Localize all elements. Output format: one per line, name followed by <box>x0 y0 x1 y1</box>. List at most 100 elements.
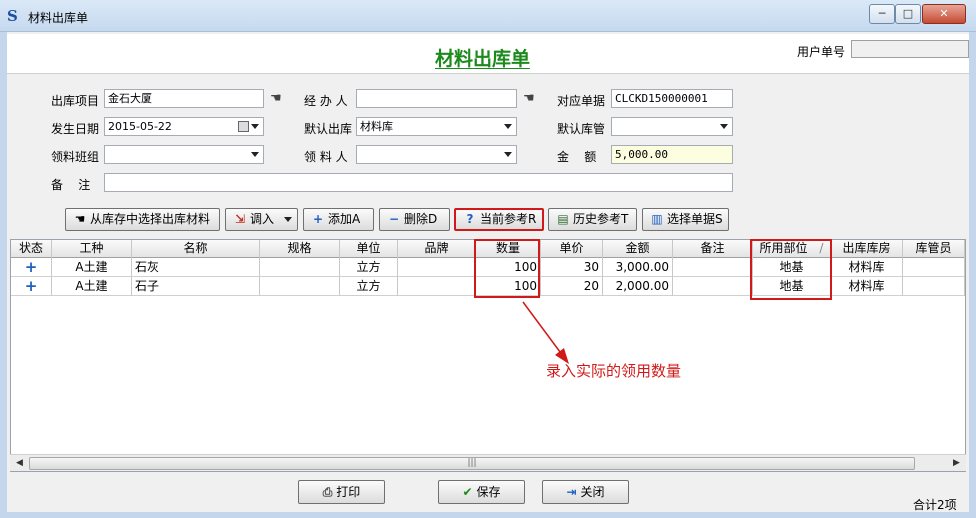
cell-price[interactable]: 30 <box>541 258 603 277</box>
minimize-button[interactable]: ─ <box>869 4 895 24</box>
team-select[interactable] <box>104 145 264 164</box>
warehouse-select[interactable]: 材料库 <box>356 117 517 136</box>
date-input[interactable]: 2015-05-22 <box>104 117 264 136</box>
book-icon: ▤ <box>557 212 569 226</box>
save-label: 保存 <box>476 485 501 499</box>
handler-input[interactable] <box>356 89 517 108</box>
transfer-in-label: 调入 <box>250 212 275 226</box>
receiver-label: 领 料 人 <box>304 150 348 164</box>
cell-unit[interactable]: 立方 <box>340 277 398 296</box>
cell-price[interactable]: 20 <box>541 277 603 296</box>
col-status[interactable]: 状态 <box>11 240 52 258</box>
scroll-left-icon[interactable]: ◀ <box>11 456 28 471</box>
help-doc-icon: ? <box>466 212 474 226</box>
cell-trade[interactable]: A土建 <box>52 258 132 277</box>
col-name[interactable]: 名称 <box>132 240 260 258</box>
col-brand[interactable]: 品牌 <box>398 240 476 258</box>
col-spec[interactable]: 规格 <box>260 240 340 258</box>
cell-spec[interactable] <box>260 277 340 296</box>
row-status-icon[interactable]: + <box>11 258 52 277</box>
current-ref-label: 当前参考R <box>480 212 537 226</box>
annotation-text: 录入实际的领用数量 <box>546 362 682 380</box>
date-value: 2015-05-22 <box>108 120 172 133</box>
col-keeper[interactable]: 库管员 <box>903 240 965 258</box>
col-warehouse[interactable]: 出库库房 <box>831 240 903 258</box>
col-note[interactable]: 备注 <box>673 240 753 258</box>
select-doc-label: 选择单据S <box>667 212 723 226</box>
select-from-stock-button[interactable]: ☚ 从库存中选择出库材料 <box>65 208 220 231</box>
close-button[interactable]: ⇥ 关闭 <box>542 480 629 504</box>
total-count: 合计2项 <box>913 498 957 512</box>
cell-warehouse[interactable]: 材料库 <box>831 277 903 296</box>
transfer-in-button[interactable]: ⇲ 调入 <box>225 208 298 231</box>
current-ref-button[interactable]: ? 当前参考R <box>454 208 544 231</box>
cell-name[interactable]: 石子 <box>132 277 260 296</box>
chevron-down-icon[interactable] <box>504 152 512 157</box>
date-label: 发生日期 <box>51 122 100 136</box>
cell-name[interactable]: 石灰 <box>132 258 260 277</box>
project-pick-icon[interactable]: ☚ <box>270 92 288 106</box>
cell-keeper[interactable] <box>903 258 965 277</box>
check-icon: ✔ <box>462 485 473 499</box>
user-no-input[interactable] <box>851 40 969 58</box>
cell-warehouse[interactable]: 材料库 <box>831 258 903 277</box>
save-button[interactable]: ✔ 保存 <box>438 480 525 504</box>
col-amount[interactable]: 金额 <box>603 240 673 258</box>
history-ref-button[interactable]: ▤ 历史参考T <box>548 208 637 231</box>
part-highlight-box <box>750 239 832 300</box>
row-status-icon[interactable]: + <box>11 277 52 296</box>
receiver-select[interactable] <box>356 145 517 164</box>
warehouse-value: 材料库 <box>360 120 393 133</box>
annotation-arrow <box>522 301 569 364</box>
cell-note[interactable] <box>673 258 753 277</box>
col-price[interactable]: 单价 <box>541 240 603 258</box>
select-from-stock-label: 从库存中选择出库材料 <box>90 212 211 226</box>
ref-label: 对应单据 <box>557 94 606 108</box>
close-label: 关闭 <box>580 485 605 499</box>
ref-input[interactable]: CLCKD150000001 <box>611 89 733 108</box>
chevron-down-icon[interactable] <box>504 124 512 129</box>
client-area: 材料出库单 用户单号 出库项目 金石大厦 ☚ 经 办 人 ☚ 对应单据 CLCK… <box>7 32 969 512</box>
minus-icon: − <box>388 212 400 226</box>
chevron-down-icon[interactable] <box>720 124 728 129</box>
cell-spec[interactable] <box>260 258 340 277</box>
cell-amount: 3,000.00 <box>603 258 673 277</box>
project-label: 出库项目 <box>51 94 100 108</box>
cell-brand[interactable] <box>398 258 476 277</box>
scroll-thumb[interactable]: ||| <box>29 457 915 470</box>
delete-button[interactable]: − 删除D <box>379 208 450 231</box>
close-window-button[interactable]: ✕ <box>922 4 966 24</box>
page-title: 材料出库单 <box>435 48 531 70</box>
project-input[interactable]: 金石大厦 <box>104 89 264 108</box>
print-button[interactable]: ⎙ 打印 <box>298 480 385 504</box>
handler-pick-icon[interactable]: ☚ <box>523 92 541 106</box>
cell-note[interactable] <box>673 277 753 296</box>
cell-brand[interactable] <box>398 277 476 296</box>
col-unit[interactable]: 单位 <box>340 240 398 258</box>
horizontal-scrollbar[interactable]: ◀ ||| ▶ <box>10 454 966 471</box>
keeper-select[interactable] <box>611 117 733 136</box>
add-button[interactable]: + 添加A <box>303 208 374 231</box>
plus-icon: + <box>24 258 38 276</box>
window-title: 材料出库单 <box>28 11 89 25</box>
calendar-icon[interactable] <box>238 121 249 132</box>
handler-label: 经 办 人 <box>304 94 348 108</box>
cell-unit[interactable]: 立方 <box>340 258 398 277</box>
keeper-label: 默认库管 <box>557 122 606 136</box>
qty-highlight-box <box>474 239 540 298</box>
maximize-button[interactable]: □ <box>895 4 921 24</box>
history-ref-label: 历史参考T <box>573 212 629 226</box>
chevron-down-icon[interactable] <box>251 124 259 129</box>
note-input[interactable] <box>104 173 733 192</box>
cell-keeper[interactable] <box>903 277 965 296</box>
document-icon: ▥ <box>651 212 663 226</box>
select-doc-button[interactable]: ▥ 选择单据S <box>642 208 729 231</box>
plus-icon: + <box>312 212 324 226</box>
window-titlebar: S 材料出库单 ─ □ ✕ <box>0 0 976 32</box>
chevron-down-icon[interactable] <box>251 152 259 157</box>
plus-icon: + <box>24 277 38 295</box>
col-trade[interactable]: 工种 <box>52 240 132 258</box>
scroll-right-icon[interactable]: ▶ <box>948 456 965 471</box>
cell-trade[interactable]: A土建 <box>52 277 132 296</box>
note-label: 备 注 <box>51 178 91 192</box>
